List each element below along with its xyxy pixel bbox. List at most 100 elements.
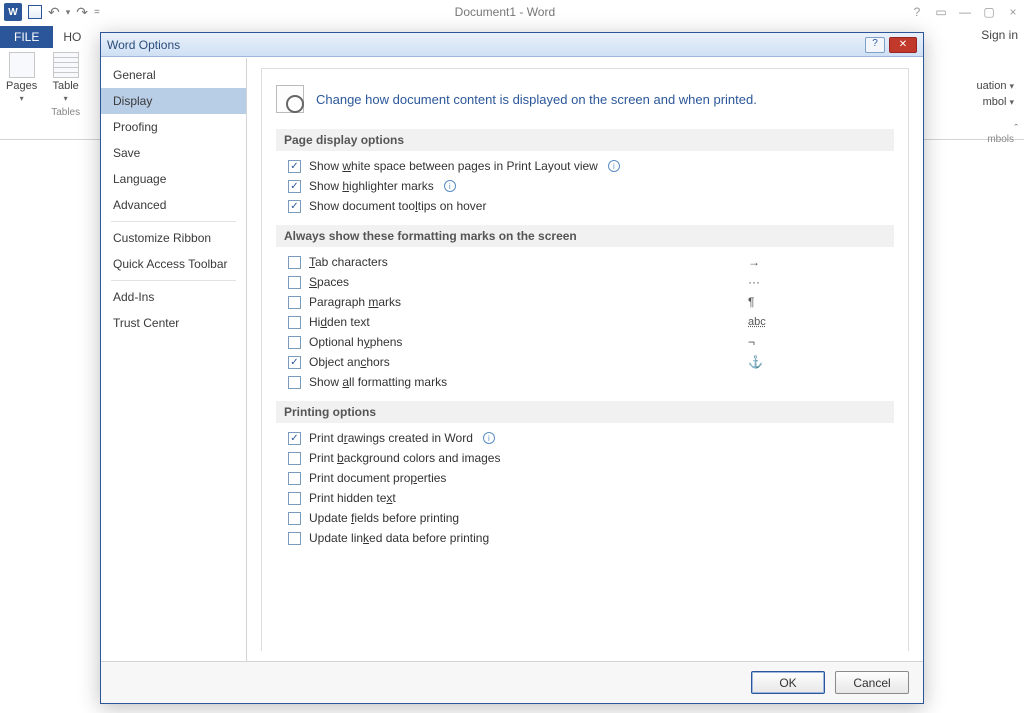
formatting-symbol: ⚓	[748, 355, 772, 369]
sidebar-item-quick-access-toolbar[interactable]: Quick Access Toolbar	[101, 251, 246, 277]
checkbox[interactable]	[288, 336, 301, 349]
dialog-close-button[interactable]: ✕	[889, 37, 917, 53]
ribbon-display-icon[interactable]: ▭	[934, 5, 948, 19]
chevron-down-icon: ▾	[20, 94, 24, 103]
word-app-icon: W	[4, 3, 22, 21]
word-options-dialog: Word Options ? ✕ GeneralDisplayProofingS…	[100, 32, 924, 704]
option-label[interactable]: Print document properties	[309, 471, 446, 485]
sidebar-item-display[interactable]: Display	[101, 88, 246, 114]
document-title: Document1 - Word	[100, 5, 910, 19]
dialog-footer: OK Cancel	[101, 661, 923, 703]
checkbox[interactable]	[288, 200, 301, 213]
option-label[interactable]: Optional hyphens	[309, 335, 402, 349]
intro-text: Change how document content is displayed…	[316, 92, 757, 107]
option-row: Print hidden text	[288, 491, 890, 505]
option-label[interactable]: Print background colors and images	[309, 451, 500, 465]
dialog-help-button[interactable]: ?	[865, 37, 885, 53]
info-icon[interactable]: i	[483, 432, 495, 444]
option-label[interactable]: Paragraph marks	[309, 295, 401, 309]
sidebar-item-customize-ribbon[interactable]: Customize Ribbon	[101, 225, 246, 251]
checkbox[interactable]	[288, 160, 301, 173]
option-label[interactable]: Print hidden text	[309, 491, 396, 505]
undo-icon[interactable]: ↶	[48, 4, 60, 21]
cancel-button[interactable]: Cancel	[835, 671, 909, 694]
option-row: Tab characters→	[288, 255, 668, 269]
option-row: Show all formatting marks	[288, 375, 668, 389]
display-options-icon	[276, 85, 304, 113]
checkbox[interactable]	[288, 276, 301, 289]
option-row: Show document tooltips on hover	[288, 199, 890, 213]
ok-button[interactable]: OK	[751, 671, 825, 694]
ribbon-equation-fragment[interactable]: uation▾	[976, 80, 1014, 92]
formatting-symbol: →	[748, 255, 772, 269]
checkbox[interactable]	[288, 492, 301, 505]
maximize-icon[interactable]: ▢	[982, 5, 996, 19]
help-icon[interactable]: ?	[910, 5, 924, 19]
option-row: Spaces···	[288, 275, 668, 289]
app-title-bar: W ↶ ▾ ↷ = Document1 - Word ? ▭ — ▢ ×	[0, 0, 1024, 24]
sidebar-item-proofing[interactable]: Proofing	[101, 114, 246, 140]
sidebar-item-add-ins[interactable]: Add-Ins	[101, 284, 246, 310]
formatting-symbol: abc	[748, 316, 772, 328]
sidebar-item-trust-center[interactable]: Trust Center	[101, 310, 246, 336]
checkbox[interactable]	[288, 376, 301, 389]
undo-drop-icon[interactable]: ▾	[66, 7, 71, 18]
checkbox[interactable]	[288, 180, 301, 193]
option-label[interactable]: Show all formatting marks	[309, 375, 447, 389]
option-row: Print document properties	[288, 471, 890, 485]
checkbox[interactable]	[288, 532, 301, 545]
option-label[interactable]: Show highlighter marks	[309, 179, 434, 193]
sidebar-item-language[interactable]: Language	[101, 166, 246, 192]
option-label[interactable]: Print drawings created in Word	[309, 431, 473, 445]
collapse-ribbon-icon[interactable]: ˆ	[1014, 123, 1018, 135]
checkbox[interactable]	[288, 356, 301, 369]
option-label[interactable]: Show document tooltips on hover	[309, 199, 486, 213]
formatting-symbol: ¬	[748, 335, 772, 349]
checkbox[interactable]	[288, 452, 301, 465]
info-icon[interactable]: i	[444, 180, 456, 192]
ribbon-table-button[interactable]: Table ▾	[53, 52, 79, 103]
dialog-title: Word Options	[107, 38, 865, 52]
redo-icon[interactable]: ↷	[76, 4, 88, 21]
ribbon-tables-group: Table ▾ Tables	[51, 52, 80, 118]
checkbox[interactable]	[288, 316, 301, 329]
section-printing: Printing options	[276, 401, 894, 423]
tab-home-fragment[interactable]: HO	[53, 26, 91, 48]
option-label[interactable]: Update fields before printing	[309, 511, 459, 525]
save-icon[interactable]	[28, 5, 42, 19]
option-row: Object anchors⚓	[288, 355, 668, 369]
checkbox[interactable]	[288, 256, 301, 269]
checkbox[interactable]	[288, 296, 301, 309]
tab-file[interactable]: FILE	[0, 26, 53, 48]
option-label[interactable]: Show white space between pages in Print …	[309, 159, 598, 173]
close-window-icon[interactable]: ×	[1006, 5, 1020, 19]
ribbon-group-label: mbols	[987, 134, 1014, 145]
option-row: Print drawings created in Word i	[288, 431, 890, 445]
options-content: Change how document content is displayed…	[247, 58, 923, 661]
info-icon[interactable]: i	[608, 160, 620, 172]
ribbon-group-label: Tables	[51, 107, 80, 118]
option-label[interactable]: Object anchors	[309, 355, 390, 369]
section-page-display: Page display options	[276, 129, 894, 151]
checkbox[interactable]	[288, 512, 301, 525]
minimize-icon[interactable]: —	[958, 5, 972, 19]
pages-icon	[9, 52, 35, 78]
option-label[interactable]: Tab characters	[309, 255, 388, 269]
checkbox[interactable]	[288, 432, 301, 445]
dialog-title-bar[interactable]: Word Options ? ✕	[101, 33, 923, 57]
ribbon-symbol-fragment[interactable]: mbol▾	[983, 96, 1014, 108]
sidebar-item-advanced[interactable]: Advanced	[101, 192, 246, 218]
option-row: Update fields before printing	[288, 511, 890, 525]
option-label[interactable]: Spaces	[309, 275, 349, 289]
option-label[interactable]: Update linked data before printing	[309, 531, 489, 545]
ribbon-pages-button[interactable]: Pages ▾	[6, 52, 37, 103]
option-row: Hidden textabc	[288, 315, 668, 329]
section-formatting-marks: Always show these formatting marks on th…	[276, 225, 894, 247]
option-label[interactable]: Hidden text	[309, 315, 370, 329]
sign-in-link[interactable]: Sign in	[981, 28, 1018, 42]
option-row: Show highlighter marks i	[288, 179, 890, 193]
option-row: Optional hyphens¬	[288, 335, 668, 349]
checkbox[interactable]	[288, 472, 301, 485]
sidebar-item-general[interactable]: General	[101, 62, 246, 88]
sidebar-item-save[interactable]: Save	[101, 140, 246, 166]
